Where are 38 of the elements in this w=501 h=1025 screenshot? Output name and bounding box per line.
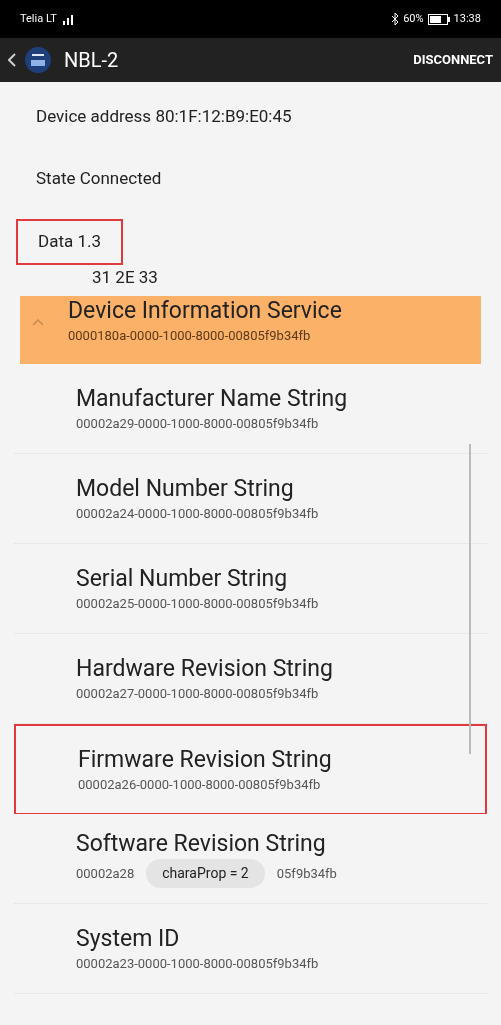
back-icon[interactable] (8, 53, 16, 67)
carrier-name: Telia LT (20, 10, 57, 27)
info-line: State Connected (36, 166, 162, 190)
characteristic-row[interactable]: Serial Number String 00002a25-0000-1000-8000-00805f9b34fb (14, 544, 487, 634)
service-row[interactable]: Device Information Service 0000180a-0000-1000-8000-00805f9b34fb (20, 296, 481, 364)
characteristic-name: Firmware Revision String (78, 744, 333, 775)
battery-icon (427, 13, 450, 25)
characteristic-name: System ID (76, 923, 181, 954)
data-bytes: 31 2E 33 (92, 265, 159, 289)
bluetooth-icon (391, 13, 400, 25)
toast-message: charaProp = 2 (146, 859, 265, 888)
characteristic-name: Software Revision String (76, 829, 327, 859)
characteristic-row[interactable]: Model Number String 00002a24-0000-1000-8000-00805f9b34fb (14, 454, 487, 544)
characteristic-uuid: 05f9b34fb (276, 864, 337, 883)
device-title: NBL-2 (64, 47, 119, 74)
characteristic-row[interactable]: Manufacturer Name String 00002a29-0000-1000-8000-00805f9b34fb (14, 364, 487, 454)
service-name: Device Information Service (68, 296, 342, 326)
characteristic-uuid: 00002a28 (76, 864, 135, 883)
characteristic-name: Manufacturer Name String (76, 383, 349, 414)
characteristic-uuid: 00002a23-0000-1000-8000-00805f9b34fb (76, 954, 320, 973)
characteristic-uuid: 00002a27-0000-1000-8000-00805f9b34fb (76, 684, 320, 703)
app-logo-icon (24, 46, 52, 74)
characteristic-row[interactable]: Hardware Revision String 00002a27-0000-1000-8000-00805f9b34fb (14, 634, 487, 724)
service-uuid: 0000180a-0000-1000-8000-00805f9b34fb (68, 327, 312, 345)
info-line: Device address 80:1F:12:B9:E0:45 (36, 105, 292, 128)
characteristic-name: Hardware Revision String (76, 653, 334, 684)
characteristic-row[interactable]: Software Revision String 00002a28 charaProp = 2 05f9b34fb (14, 814, 487, 904)
battery-percent: 60% (403, 10, 424, 27)
characteristic-uuid: 00002a29-0000-1000-8000-00805f9b34fb (76, 414, 320, 433)
characteristic-uuid: 00002a25-0000-1000-8000-00805f9b34fb (76, 594, 320, 613)
characteristic-uuid: 00002a24-0000-1000-8000-00805f9b34fb (76, 504, 320, 523)
characteristic-name: Serial Number String (76, 563, 289, 594)
characteristic-row[interactable]: Firmware Revision String 00002a26-0000-1000-8000-00805f9b34fb (14, 724, 487, 814)
disconnect-button[interactable]: DISCONNECT (413, 50, 493, 70)
clock: 13:38 (453, 10, 481, 27)
characteristic-row[interactable]: System ID 00002a23-0000-1000-8000-00805f9b34fb (14, 904, 487, 994)
characteristic-uuid: 00002a26-0000-1000-8000-00805f9b34fb (78, 775, 322, 794)
characteristic-name: Model Number String (76, 473, 295, 504)
